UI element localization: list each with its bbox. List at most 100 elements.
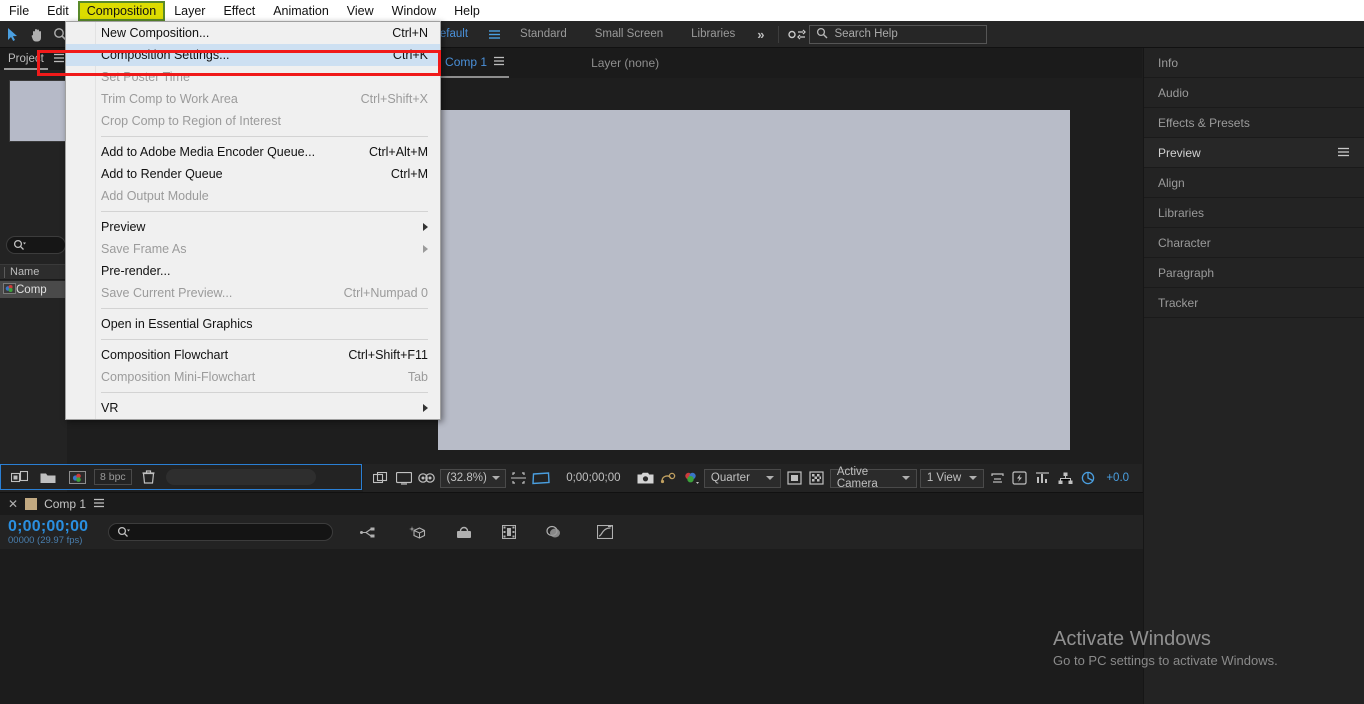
menu-option-vr[interactable]: VR bbox=[66, 397, 440, 419]
mask-view-icon[interactable] bbox=[418, 468, 436, 488]
tab-layer-none[interactable]: Layer (none) bbox=[591, 56, 659, 70]
column-label-name: Name bbox=[10, 266, 39, 278]
menu-option-label: Set Poster Time bbox=[101, 70, 190, 84]
menu-option-label: Composition Settings... bbox=[101, 48, 230, 62]
menu-item-help[interactable]: Help bbox=[445, 1, 489, 21]
sidebar-label-character: Character bbox=[1158, 236, 1211, 250]
submenu-arrow-icon bbox=[423, 245, 428, 253]
workspace-menu-icon[interactable] bbox=[483, 24, 505, 44]
chevron-down-icon-4 bbox=[969, 476, 977, 480]
menu-option-composition-flowchart[interactable]: Composition FlowchartCtrl+Shift+F11 bbox=[66, 344, 440, 366]
menu-option-shortcut: Ctrl+N bbox=[392, 26, 428, 40]
composition-canvas[interactable] bbox=[438, 110, 1070, 450]
close-icon[interactable]: ✕ bbox=[8, 497, 18, 511]
search-help-field[interactable]: Search Help bbox=[809, 25, 987, 44]
camera-dropdown[interactable]: Active Camera bbox=[830, 469, 917, 488]
timeline-current-timecode[interactable]: 0;00;00;00 bbox=[8, 518, 88, 535]
menu-item-composition[interactable]: Composition bbox=[78, 1, 165, 21]
channel-rgb-icon[interactable] bbox=[682, 468, 700, 488]
region-interest-box-icon[interactable] bbox=[785, 468, 803, 488]
workspace-libraries[interactable]: Libraries bbox=[677, 28, 749, 40]
preview-panel-menu-icon[interactable] bbox=[1337, 146, 1350, 160]
region-of-interest-icon[interactable] bbox=[510, 468, 528, 488]
delete-icon[interactable] bbox=[138, 467, 160, 487]
timeline-tab-comp1[interactable]: Comp 1 bbox=[44, 497, 86, 511]
sync-settings-icon[interactable] bbox=[786, 24, 808, 44]
menu-option-shortcut: Ctrl+Shift+X bbox=[361, 92, 428, 106]
menu-item-view[interactable]: View bbox=[338, 1, 383, 21]
project-search-input[interactable] bbox=[6, 236, 66, 254]
composition-viewer[interactable] bbox=[363, 96, 1142, 464]
resolution-value: Quarter bbox=[711, 472, 750, 484]
menu-option-label: Trim Comp to Work Area bbox=[101, 92, 238, 106]
menu-option-open-in-essential-graphics[interactable]: Open in Essential Graphics bbox=[66, 313, 440, 335]
show-snapshot-icon[interactable] bbox=[659, 468, 677, 488]
project-thumbnail bbox=[9, 80, 67, 142]
sidebar-panel-libraries[interactable]: Libraries bbox=[1144, 198, 1364, 228]
menu-option-add-output-module: Add Output Module bbox=[66, 185, 440, 207]
menu-item-effect[interactable]: Effect bbox=[214, 1, 264, 21]
toggle-transparency-grid-icon[interactable] bbox=[808, 468, 826, 488]
sidebar-label-preview: Preview bbox=[1158, 146, 1201, 160]
sidebar-panel-tracker[interactable]: Tracker bbox=[1144, 288, 1364, 318]
tab-project[interactable]: Project bbox=[4, 49, 48, 70]
menu-option-new-composition[interactable]: New Composition...Ctrl+N bbox=[66, 22, 440, 44]
project-column-header-name[interactable]: Name bbox=[0, 264, 67, 280]
comp-flowchart-icon[interactable] bbox=[1057, 468, 1075, 488]
menu-item-edit[interactable]: Edit bbox=[38, 1, 78, 21]
bit-depth-label[interactable]: 8 bpc bbox=[94, 469, 132, 485]
exposure-reset-icon[interactable] bbox=[1079, 468, 1097, 488]
sidebar-panel-preview[interactable]: Preview bbox=[1144, 138, 1364, 168]
menu-item-file[interactable]: File bbox=[0, 1, 38, 21]
frame-blending-icon[interactable] bbox=[498, 522, 520, 542]
menu-option-pre-render[interactable]: Pre-render... bbox=[66, 260, 440, 282]
project-item-comp1[interactable]: Comp bbox=[0, 281, 67, 298]
new-composition-icon[interactable] bbox=[66, 467, 88, 487]
composition-panel-menu-icon[interactable] bbox=[493, 55, 505, 69]
pixel-aspect-correction-icon[interactable] bbox=[988, 468, 1006, 488]
transparency-grid-icon[interactable] bbox=[532, 468, 550, 488]
search-icon bbox=[816, 27, 828, 42]
menu-item-animation[interactable]: Animation bbox=[264, 1, 338, 21]
sidebar-panel-character[interactable]: Character bbox=[1144, 228, 1364, 258]
workspace-small-screen[interactable]: Small Screen bbox=[581, 28, 677, 40]
zoom-level-dropdown[interactable]: (32.8%) bbox=[440, 469, 506, 488]
timeline-panel-menu-icon[interactable] bbox=[93, 497, 105, 511]
menu-option-add-to-render-queue[interactable]: Add to Render QueueCtrl+M bbox=[66, 163, 440, 185]
monitor-icon[interactable] bbox=[395, 468, 413, 488]
motion-blur-icon[interactable] bbox=[543, 522, 565, 542]
fast-previews-icon[interactable] bbox=[1011, 468, 1029, 488]
always-preview-icon[interactable] bbox=[372, 468, 390, 488]
menu-option-add-to-adobe-media-encoder-queue[interactable]: Add to Adobe Media Encoder Queue...Ctrl+… bbox=[66, 141, 440, 163]
resolution-dropdown[interactable]: Quarter bbox=[704, 469, 781, 488]
sidebar-panel-align[interactable]: Align bbox=[1144, 168, 1364, 198]
sidebar-panel-paragraph[interactable]: Paragraph bbox=[1144, 258, 1364, 288]
new-folder-icon[interactable] bbox=[37, 467, 59, 487]
exposure-value[interactable]: +0.0 bbox=[1101, 472, 1134, 484]
project-panel-menu-icon[interactable] bbox=[53, 52, 65, 66]
menu-option-composition-settings[interactable]: Composition Settings... Ctrl+K bbox=[66, 44, 440, 66]
sidebar-panel-effects-presets[interactable]: Effects & Presets bbox=[1144, 108, 1364, 138]
composition-mini-flowchart-icon[interactable] bbox=[357, 522, 379, 542]
hide-shy-layers-icon[interactable] bbox=[453, 522, 475, 542]
workspace-standard[interactable]: Standard bbox=[506, 28, 581, 40]
snapshot-icon[interactable] bbox=[636, 468, 654, 488]
selection-tool-icon[interactable] bbox=[1, 24, 23, 44]
menu-option-shortcut: Tab bbox=[408, 370, 428, 384]
timeline-search-input[interactable] bbox=[108, 523, 333, 541]
menu-option-preview[interactable]: Preview bbox=[66, 216, 440, 238]
right-sidebar: Info Audio Effects & Presets Preview Ali… bbox=[1143, 48, 1364, 704]
workspace-overflow-icon[interactable]: » bbox=[749, 27, 772, 42]
menu-item-window[interactable]: Window bbox=[383, 1, 445, 21]
sidebar-panel-audio[interactable]: Audio bbox=[1144, 78, 1364, 108]
graph-editor-icon[interactable] bbox=[594, 522, 616, 542]
menu-option-shortcut: Ctrl+K bbox=[393, 48, 428, 62]
timeline-graph-icon[interactable] bbox=[1034, 468, 1052, 488]
sidebar-panel-info[interactable]: Info bbox=[1144, 48, 1364, 78]
current-timecode[interactable]: 0;00;00;00 bbox=[554, 472, 632, 484]
menu-item-layer[interactable]: Layer bbox=[165, 1, 214, 21]
views-dropdown[interactable]: 1 View bbox=[920, 469, 984, 488]
interpret-footage-icon[interactable] bbox=[8, 467, 30, 487]
draft-3d-icon[interactable] bbox=[406, 522, 428, 542]
hand-tool-icon[interactable] bbox=[25, 24, 47, 44]
